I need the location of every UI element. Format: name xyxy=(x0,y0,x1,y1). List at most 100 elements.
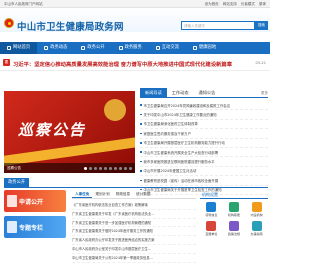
news-item-title: 关于印发中山市2024年卫生健康工作要点的通知 xyxy=(143,113,217,118)
tab-news-guide[interactable]: 新闻导读 xyxy=(140,88,167,98)
news-item-title: 市卫生健康局深化医药卫生体制改革 xyxy=(143,122,198,127)
slide-dot[interactable] xyxy=(98,166,102,170)
banner-caption[interactable]: 巡察公告 xyxy=(7,166,21,171)
slideshow-dots xyxy=(83,166,132,170)
news-item[interactable]: 市卫生健康局开展基层医疗卫生机构服务能力提升行动 xyxy=(140,139,268,148)
slide-dot[interactable] xyxy=(108,166,112,170)
apply-disclosure-banner[interactable]: 申请公开 xyxy=(4,190,66,212)
service-label: 直属单位 xyxy=(205,232,218,236)
site-title[interactable]: 中山市卫生健康局政务网 xyxy=(17,19,124,33)
service-link[interactable]: 政策法规 xyxy=(223,221,246,236)
gov-open-item[interactable]: 中山市卫生健康局关于公布2024年第一季度政务信息... xyxy=(72,254,196,263)
news-item[interactable]: 市卫生健康局深化医药卫生体制改革 xyxy=(140,120,268,130)
traditional-chinese-link[interactable]: 繁体 xyxy=(259,2,266,6)
slide-dot[interactable] xyxy=(113,166,117,170)
services-title: 机构设置 xyxy=(200,190,268,199)
slide-dot[interactable] xyxy=(103,166,107,170)
gov-open-item[interactable]: 广东省卫生健康委关于进一步加强医疗机构管理的通知 xyxy=(72,219,196,228)
service-link[interactable]: 办事指南 xyxy=(245,221,268,236)
service-link[interactable]: 机构职能 xyxy=(223,202,246,217)
tab-statistics[interactable]: 统计数据 xyxy=(133,190,153,198)
bullet-icon xyxy=(140,170,142,172)
special-topics-banner[interactable]: 专题专栏 xyxy=(4,216,66,238)
headline-date: 05-21 xyxy=(255,60,266,65)
gov-open-item[interactable]: 广东省人民政府办公厅印发关于推进医养结合的实施方案 xyxy=(72,236,196,245)
news-item-title: 市卫生健康局召开2024年党风廉政建设和反腐败工作会议 xyxy=(143,103,231,108)
service-label: 政策法规 xyxy=(227,232,240,236)
gov-open-list: 《广东省医疗机构依法执业自查工作方案》政策解读 广东省卫生健康委关于印发《广东省医… xyxy=(72,201,196,263)
document-icon xyxy=(81,46,86,50)
news-item[interactable]: 我市多家医院推进互联网医院建设提升服务水平 xyxy=(140,157,268,167)
nav-item-interaction[interactable]: 互动交流 xyxy=(149,42,186,54)
news-item-title: 市卫生健康局开展基层医疗卫生机构服务能力提升行动 xyxy=(143,141,225,146)
slide-dot[interactable] xyxy=(83,166,87,170)
headline-link[interactable]: 习近平：坚定信心推动高质量发展高效能治理 奋力谱写中原大地推进中国式现代化建设新… xyxy=(13,60,233,68)
elder-mode-link[interactable]: 长者模式 xyxy=(241,2,255,6)
bullet-icon xyxy=(140,132,142,135)
news-more-link[interactable]: 更多 xyxy=(261,88,268,98)
headline-badge: 要 xyxy=(3,59,10,66)
site-header: 中山市卫生健康局政务网 请输入关键字 搜索 xyxy=(0,8,270,33)
gov-open-section-head: 政务公开 xyxy=(4,178,268,188)
nav-item-news[interactable]: 政务动态 xyxy=(37,42,74,54)
news-item-title: 我市多家医院推进互联网医院建设提升服务水平 xyxy=(143,160,215,165)
service-icon xyxy=(118,46,123,50)
gov-open-item[interactable]: 广东省卫生健康委关于印发《广东省医疗机构依法执业... xyxy=(72,210,196,219)
apply-icon xyxy=(7,195,17,207)
service-link[interactable]: 内设机构 xyxy=(245,202,268,217)
leader-icon xyxy=(206,202,217,212)
bullet-icon xyxy=(140,113,142,116)
nav-item-open-gov[interactable]: 政务公开 xyxy=(74,42,111,54)
nav-item-home[interactable]: 网站首页 xyxy=(0,42,38,54)
chat-icon xyxy=(155,46,160,50)
banner-title: 巡察公告 xyxy=(18,121,87,139)
services-panel: 机构设置 领导信息 机构职能 内设机构直属单位 政策法规 办事指南 xyxy=(200,190,268,236)
promo-column: 申请公开 专题专栏 xyxy=(4,190,70,242)
utility-links: 设为首页 网站支持 长者模式 繁体 xyxy=(202,2,266,7)
service-label: 内设机构 xyxy=(250,213,263,217)
search-button[interactable]: 搜索 xyxy=(255,21,268,30)
tab-personnel[interactable]: 人事任免 xyxy=(72,190,93,198)
main-nav: 网站首页 政务动态 政务公开 政务服务 互动交流 健康园地 xyxy=(0,42,270,54)
banner-slideshow[interactable]: 巡察公告 巡察公告 xyxy=(4,91,135,173)
set-homepage-link[interactable]: 设为首页 xyxy=(205,2,219,6)
news-item[interactable]: 市卫生健康局召开2024年党风廉政建设和反腐败工作会议 xyxy=(140,101,268,111)
section-title: 政务公开 xyxy=(4,178,30,188)
department-icon xyxy=(251,202,262,212)
portal-link[interactable]: 中山市人民政府门户网站 xyxy=(4,2,43,7)
unit-icon xyxy=(206,221,217,231)
gov-open-item[interactable]: 《广东省医疗机构依法执业自查工作方案》政策解读 xyxy=(72,201,196,210)
service-label: 领导信息 xyxy=(205,213,218,217)
news-item-title: 家庭医生签约服务惠及千家万户 xyxy=(143,131,191,136)
nav-item-health[interactable]: 健康园地 xyxy=(186,42,223,54)
slide-dot[interactable] xyxy=(118,166,122,170)
tab-work-updates[interactable]: 工作动态 xyxy=(167,88,194,98)
slide-dot[interactable] xyxy=(123,166,127,170)
gov-open-tabs: 人事任免 规划计划 财政信息 统计数据 xyxy=(72,190,196,199)
tab-notices[interactable]: 通知公告 xyxy=(194,88,221,98)
news-icon xyxy=(44,46,49,50)
news-item[interactable]: 中山市卫生健康系统开展安全生产大检查行动部署 xyxy=(140,148,268,158)
service-label: 机构职能 xyxy=(227,213,240,217)
nav-item-services[interactable]: 政务服务 xyxy=(112,42,149,54)
gov-open-item[interactable]: 中山市人民政府办公室关于印发中山市基层医疗卫生... xyxy=(72,245,196,254)
site-support-link[interactable]: 网站支持 xyxy=(223,2,237,6)
bullet-icon xyxy=(140,142,142,144)
slide-dot[interactable] xyxy=(128,166,132,170)
heart-icon xyxy=(192,46,197,50)
slide-dot[interactable] xyxy=(88,166,92,170)
news-item[interactable]: 中山市开展2024年爱国卫生月活动 xyxy=(140,167,268,177)
service-link[interactable]: 领导信息 xyxy=(200,202,223,217)
service-label: 办事指南 xyxy=(250,232,263,236)
service-link[interactable]: 直属单位 xyxy=(200,221,223,236)
news-item[interactable]: 家庭医生签约服务惠及千家万户 xyxy=(140,129,268,139)
search-input[interactable]: 请输入关键字 xyxy=(181,21,255,30)
slide-dot[interactable] xyxy=(93,166,97,170)
national-emblem-icon xyxy=(4,18,14,28)
news-item[interactable]: 关于印发中山市2024年卫生健康工作要点的通知 xyxy=(140,110,268,120)
tab-planning[interactable]: 规划计划 xyxy=(92,190,112,198)
home-icon xyxy=(7,46,11,50)
gov-open-item[interactable]: 广东省卫生健康委关于做好2024年医疗服务工作的通知 xyxy=(72,227,196,237)
tab-finance[interactable]: 财政信息 xyxy=(113,190,133,198)
news-item-title: 中山市开展2024年爱国卫生月活动 xyxy=(143,169,197,174)
